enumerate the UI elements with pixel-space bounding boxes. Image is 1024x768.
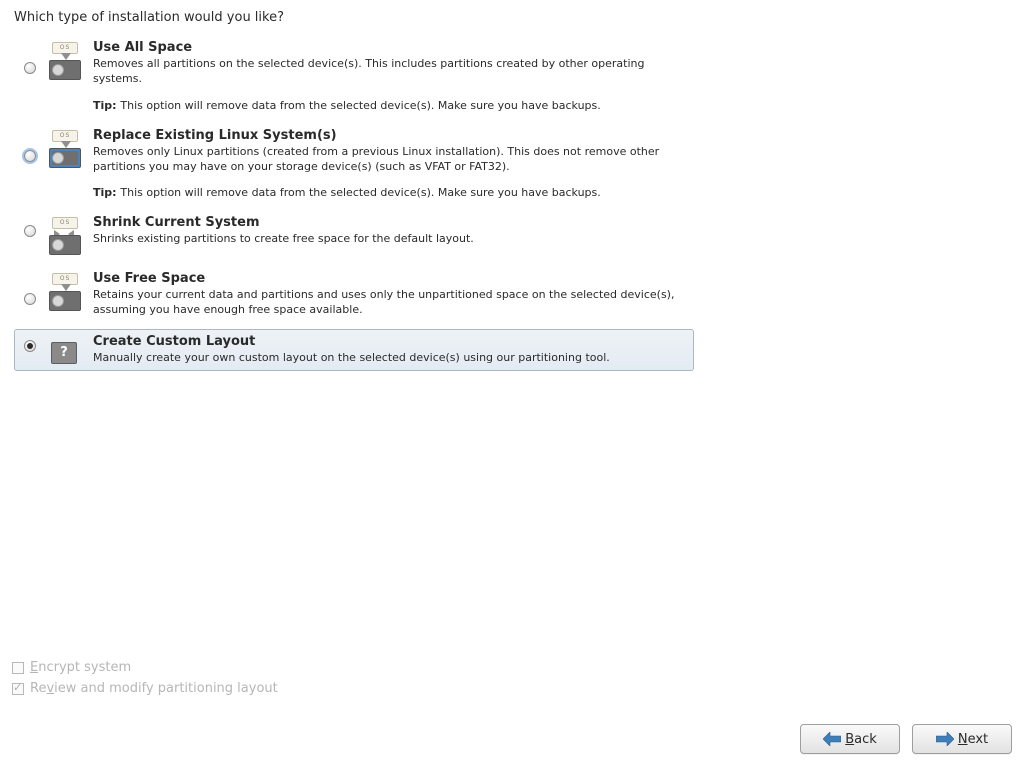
- option-description: Shrinks existing partitions to create fr…: [93, 232, 687, 247]
- option-use-all-space[interactable]: OS Use All Space Removes all partitions on…: [14, 35, 694, 117]
- option-custom[interactable]: ? Create Custom Layout Manually create you…: [14, 329, 694, 371]
- review-label: Review and modify partitioning layout: [30, 681, 278, 696]
- checkbox-icon: [12, 683, 24, 695]
- review-layout-check[interactable]: Review and modify partitioning layout: [12, 681, 278, 696]
- bottom-options: Encrypt system Review and modify partiti…: [12, 660, 278, 702]
- disk-replace-icon: OS: [39, 128, 89, 168]
- radio-icon: [24, 150, 36, 162]
- next-button[interactable]: Next: [912, 724, 1012, 754]
- option-replace-linux[interactable]: OS Replace Existing Linux System(s) Remove…: [14, 123, 694, 205]
- option-tip: Tip: This option will remove data from t…: [93, 186, 687, 199]
- arrow-left-icon: [823, 732, 841, 746]
- option-shrink[interactable]: OS Shrink Current System Shrinks existing …: [14, 210, 694, 260]
- disk-down-icon: OS: [39, 271, 89, 311]
- option-title: Use Free Space: [93, 271, 687, 286]
- disk-shrink-icon: OS: [39, 215, 89, 255]
- option-description: Retains your current data and partitions…: [93, 288, 687, 318]
- radio-icon: [24, 340, 36, 352]
- wizard-button-bar: Back Next: [800, 724, 1012, 754]
- next-label: Next: [958, 732, 988, 747]
- option-tip: Tip: This option will remove data from t…: [93, 99, 687, 112]
- radio-icon: [24, 293, 36, 305]
- question-icon: ?: [39, 334, 89, 364]
- back-label: Back: [845, 732, 877, 747]
- radio-icon: [24, 225, 36, 237]
- option-description: Removes only Linux partitions (created f…: [93, 145, 687, 175]
- disk-down-icon: OS: [39, 40, 89, 80]
- encrypt-system-check[interactable]: Encrypt system: [12, 660, 278, 675]
- option-title: Create Custom Layout: [93, 334, 687, 349]
- option-title: Replace Existing Linux System(s): [93, 128, 687, 143]
- option-description: Removes all partitions on the selected d…: [93, 57, 687, 87]
- option-title: Shrink Current System: [93, 215, 687, 230]
- back-button[interactable]: Back: [800, 724, 900, 754]
- page-heading: Which type of installation would you lik…: [14, 10, 1012, 25]
- checkbox-icon: [12, 662, 24, 674]
- install-type-options: OS Use All Space Removes all partitions on…: [14, 35, 694, 371]
- option-use-free[interactable]: OS Use Free Space Retains your current dat…: [14, 266, 694, 323]
- option-title: Use All Space: [93, 40, 687, 55]
- encrypt-label: Encrypt system: [30, 660, 131, 675]
- option-description: Manually create your own custom layout o…: [93, 351, 687, 366]
- radio-icon: [24, 62, 36, 74]
- arrow-right-icon: [936, 732, 954, 746]
